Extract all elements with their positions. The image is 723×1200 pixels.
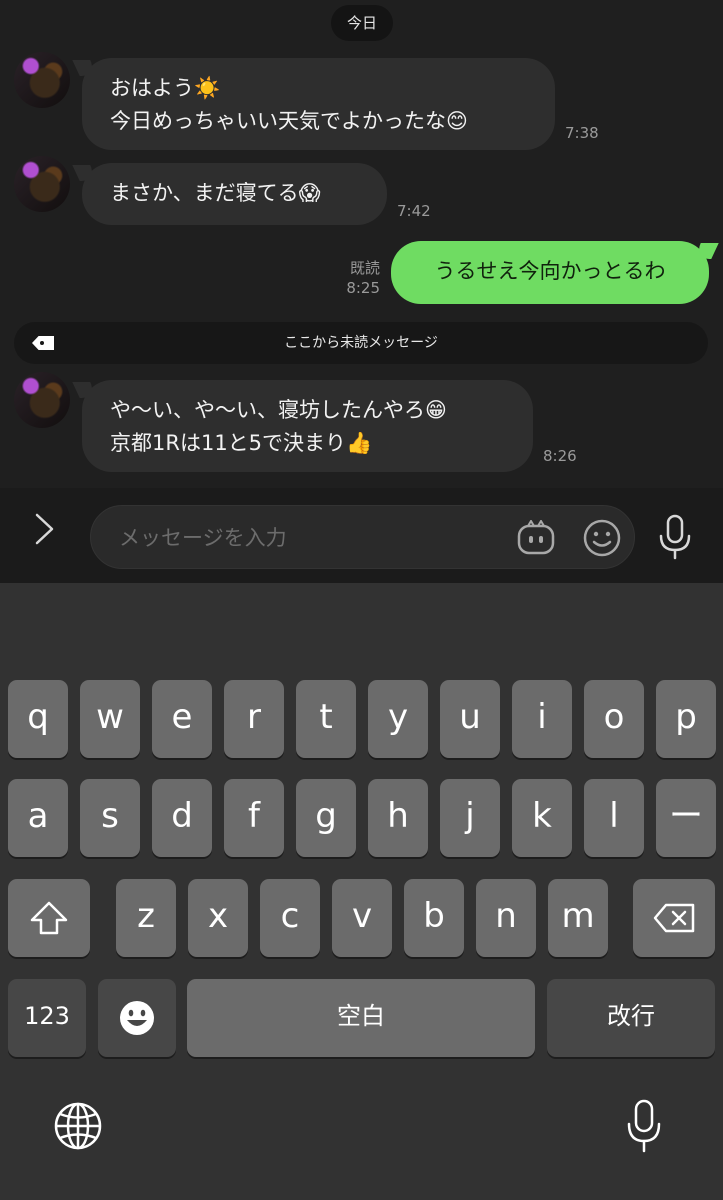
key-q[interactable]: q xyxy=(8,680,68,758)
key-b[interactable]: b xyxy=(404,879,464,957)
message-line: 今日めっちゃいい天気でよかったな😊 xyxy=(110,109,468,133)
delete-key[interactable] xyxy=(633,879,715,957)
key-r[interactable]: r xyxy=(224,680,284,758)
shift-key[interactable] xyxy=(8,879,90,957)
sent-message-bubble[interactable]: うるせえ今向かっとるわ xyxy=(391,241,709,304)
message-bubble[interactable]: おはよう☀️ 今日めっちゃいい天気でよかったな😊 xyxy=(82,58,555,150)
space-key[interactable]: 空白 xyxy=(187,979,535,1057)
key-l[interactable]: l xyxy=(584,779,644,857)
message-time: 8:26 xyxy=(543,447,577,465)
message-line: 京都1Rは11と5で決まり👍 xyxy=(110,431,373,455)
message-line: おはよう☀️ xyxy=(110,76,221,100)
sticker-icon[interactable] xyxy=(517,520,555,556)
key-a[interactable]: a xyxy=(8,779,68,857)
message-input-bar xyxy=(0,488,723,583)
avatar[interactable] xyxy=(14,52,70,108)
key-i[interactable]: i xyxy=(512,680,572,758)
key-x[interactable]: x xyxy=(188,879,248,957)
tag-icon xyxy=(32,336,54,350)
chat-area[interactable]: 今日 おはよう☀️ 今日めっちゃいい天気でよかったな😊 7:38 まさか、まだ寝… xyxy=(0,0,723,488)
key-c[interactable]: c xyxy=(260,879,320,957)
key-p[interactable]: p xyxy=(656,680,716,758)
read-receipt: 既読 xyxy=(349,259,380,277)
unread-label: ここから未読メッセージ xyxy=(284,335,438,351)
key-j[interactable]: j xyxy=(440,779,500,857)
avatar[interactable] xyxy=(14,156,70,212)
key-long-dash[interactable]: ー xyxy=(656,779,716,857)
key-t[interactable]: t xyxy=(296,680,356,758)
key-w[interactable]: w xyxy=(80,680,140,758)
emoji-icon[interactable] xyxy=(582,518,622,558)
message-line: や〜い、や〜い、寝坊したんやろ😁 xyxy=(110,398,447,422)
key-u[interactable]: u xyxy=(440,680,500,758)
key-y[interactable]: y xyxy=(368,680,428,758)
unread-separator: ここから未読メッセージ xyxy=(14,322,708,364)
key-n[interactable]: n xyxy=(476,879,536,957)
message-line: うるせえ今向かっとるわ xyxy=(434,259,666,283)
message-line: まさか、まだ寝てる😱 xyxy=(110,181,321,205)
key-h[interactable]: h xyxy=(368,779,428,857)
keyboard: q w e r t y u i o p a s d f g h j k l ー … xyxy=(0,583,723,1200)
message-time: 7:38 xyxy=(565,124,599,142)
message-bubble[interactable]: や〜い、や〜い、寝坊したんやろ😁 京都1Rは11と5で決まり👍 xyxy=(82,380,533,472)
message-time: 8:25 xyxy=(346,279,380,297)
microphone-icon[interactable] xyxy=(657,514,693,560)
date-label: 今日 xyxy=(331,5,393,41)
message-bubble[interactable]: まさか、まだ寝てる😱 xyxy=(82,163,387,225)
avatar[interactable] xyxy=(14,372,70,428)
shift-icon xyxy=(30,901,68,935)
message-input[interactable] xyxy=(117,506,501,570)
message-time: 7:42 xyxy=(397,202,431,220)
backspace-icon xyxy=(653,903,695,933)
microphone-icon[interactable] xyxy=(626,1099,662,1153)
key-d[interactable]: d xyxy=(152,779,212,857)
key-k[interactable]: k xyxy=(512,779,572,857)
emoji-key[interactable] xyxy=(98,979,176,1057)
key-s[interactable]: s xyxy=(80,779,140,857)
key-m[interactable]: m xyxy=(548,879,608,957)
key-v[interactable]: v xyxy=(332,879,392,957)
key-f[interactable]: f xyxy=(224,779,284,857)
return-key[interactable]: 改行 xyxy=(547,979,715,1057)
key-g[interactable]: g xyxy=(296,779,356,857)
message-field[interactable] xyxy=(90,505,635,570)
chevron-right-icon[interactable] xyxy=(32,512,56,546)
numbers-key[interactable]: 123 xyxy=(8,979,86,1057)
key-o[interactable]: o xyxy=(584,680,644,758)
key-e[interactable]: e xyxy=(152,680,212,758)
emoji-icon xyxy=(120,1001,154,1035)
key-z[interactable]: z xyxy=(116,879,176,957)
globe-icon[interactable] xyxy=(53,1101,103,1151)
